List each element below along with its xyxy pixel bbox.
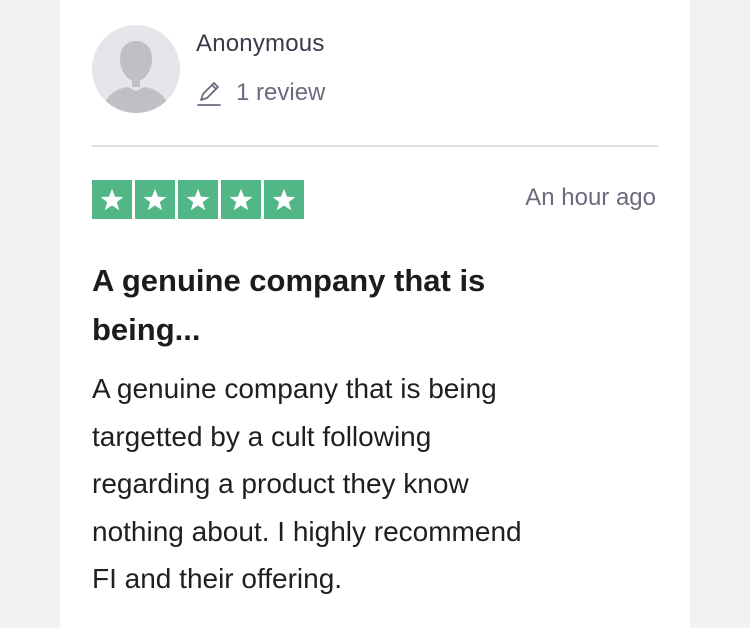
- star-icon: [135, 180, 175, 219]
- review-title-line: being...: [92, 312, 201, 347]
- star-icon: [92, 180, 132, 219]
- review-body: A genuine company that is being targette…: [92, 365, 652, 603]
- star-icon: [221, 180, 261, 219]
- review-body-line: regarding a product they know: [92, 468, 469, 499]
- default-person-avatar-icon: [92, 25, 180, 113]
- review-body-line: A genuine company that is being: [92, 373, 497, 404]
- avatar[interactable]: [92, 25, 180, 113]
- reviewer-name[interactable]: Anonymous: [196, 30, 325, 58]
- review-title-line: A genuine company that is: [92, 263, 486, 298]
- review-body-line: targetted by a cult following: [92, 420, 432, 452]
- review-body-line: FI and their offering.: [92, 563, 343, 594]
- review-timestamp: An hour ago: [525, 184, 656, 211]
- star-icon: [178, 180, 218, 219]
- review-count-label: 1 review: [236, 79, 326, 106]
- pencil-icon: [197, 82, 221, 106]
- star-rating: [92, 180, 304, 219]
- review-title[interactable]: A genuine company that is being...: [92, 256, 612, 354]
- review-count[interactable]: 1 review: [196, 78, 325, 108]
- divider: [92, 145, 658, 147]
- review-body-line: nothing about. I highly recommend: [92, 515, 522, 547]
- review-card: Anonymous 1 review An hour ago A genuine…: [60, 0, 690, 628]
- star-icon: [264, 180, 304, 219]
